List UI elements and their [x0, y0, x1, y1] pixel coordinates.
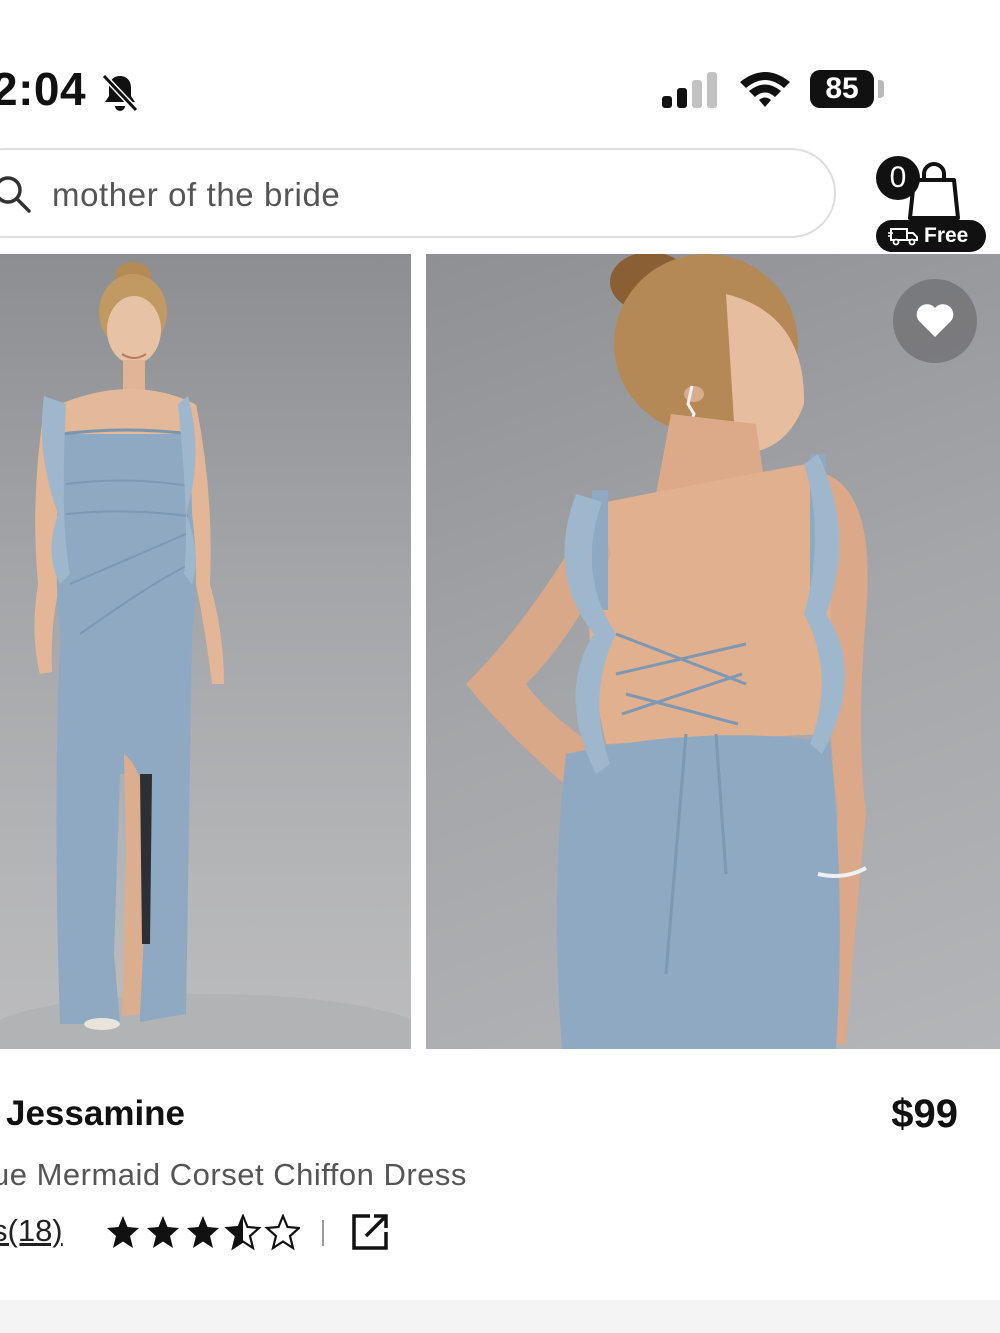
favorite-button[interactable]	[893, 279, 977, 363]
battery-cap	[878, 80, 884, 98]
divider	[322, 1220, 324, 1246]
share-icon[interactable]	[350, 1212, 390, 1252]
heart-icon[interactable]	[915, 303, 955, 339]
battery-level: 85	[810, 70, 874, 108]
cellular-signal-icon	[662, 72, 717, 108]
product-image-front[interactable]	[0, 254, 411, 1049]
cart-count-badge: 0	[876, 156, 920, 200]
search-bar[interactable]	[0, 148, 836, 238]
product-brand[interactable]: Jessamine	[6, 1094, 185, 1134]
free-shipping-label: Free	[924, 224, 969, 247]
free-shipping-badge: Free	[876, 220, 986, 252]
search-input[interactable]	[50, 172, 754, 218]
status-time: 2:04	[0, 63, 87, 115]
cart-button[interactable]: 0 Free	[872, 150, 992, 254]
dress-front-illustration	[0, 262, 411, 1049]
search-icon[interactable]	[0, 174, 32, 214]
rating-stars[interactable]	[104, 1214, 300, 1252]
reviews-link[interactable]: s(18)	[0, 1213, 63, 1249]
bottom-divider-strip	[0, 1300, 1000, 1333]
bell-muted-icon	[101, 73, 139, 113]
product-price: $99	[891, 1092, 958, 1136]
product-title[interactable]: ue Mermaid Corset Chiffon Dress	[0, 1157, 467, 1193]
star-full	[147, 1216, 179, 1248]
star-empty	[264, 1214, 300, 1251]
star-full	[107, 1216, 139, 1248]
star-full	[187, 1216, 219, 1248]
product-image-back[interactable]	[426, 254, 1000, 1049]
dress-back-illustration	[466, 254, 868, 1049]
delivery-truck-icon	[888, 228, 918, 246]
status-bar: 2:04 85	[0, 0, 1000, 140]
wifi-icon	[740, 72, 790, 107]
